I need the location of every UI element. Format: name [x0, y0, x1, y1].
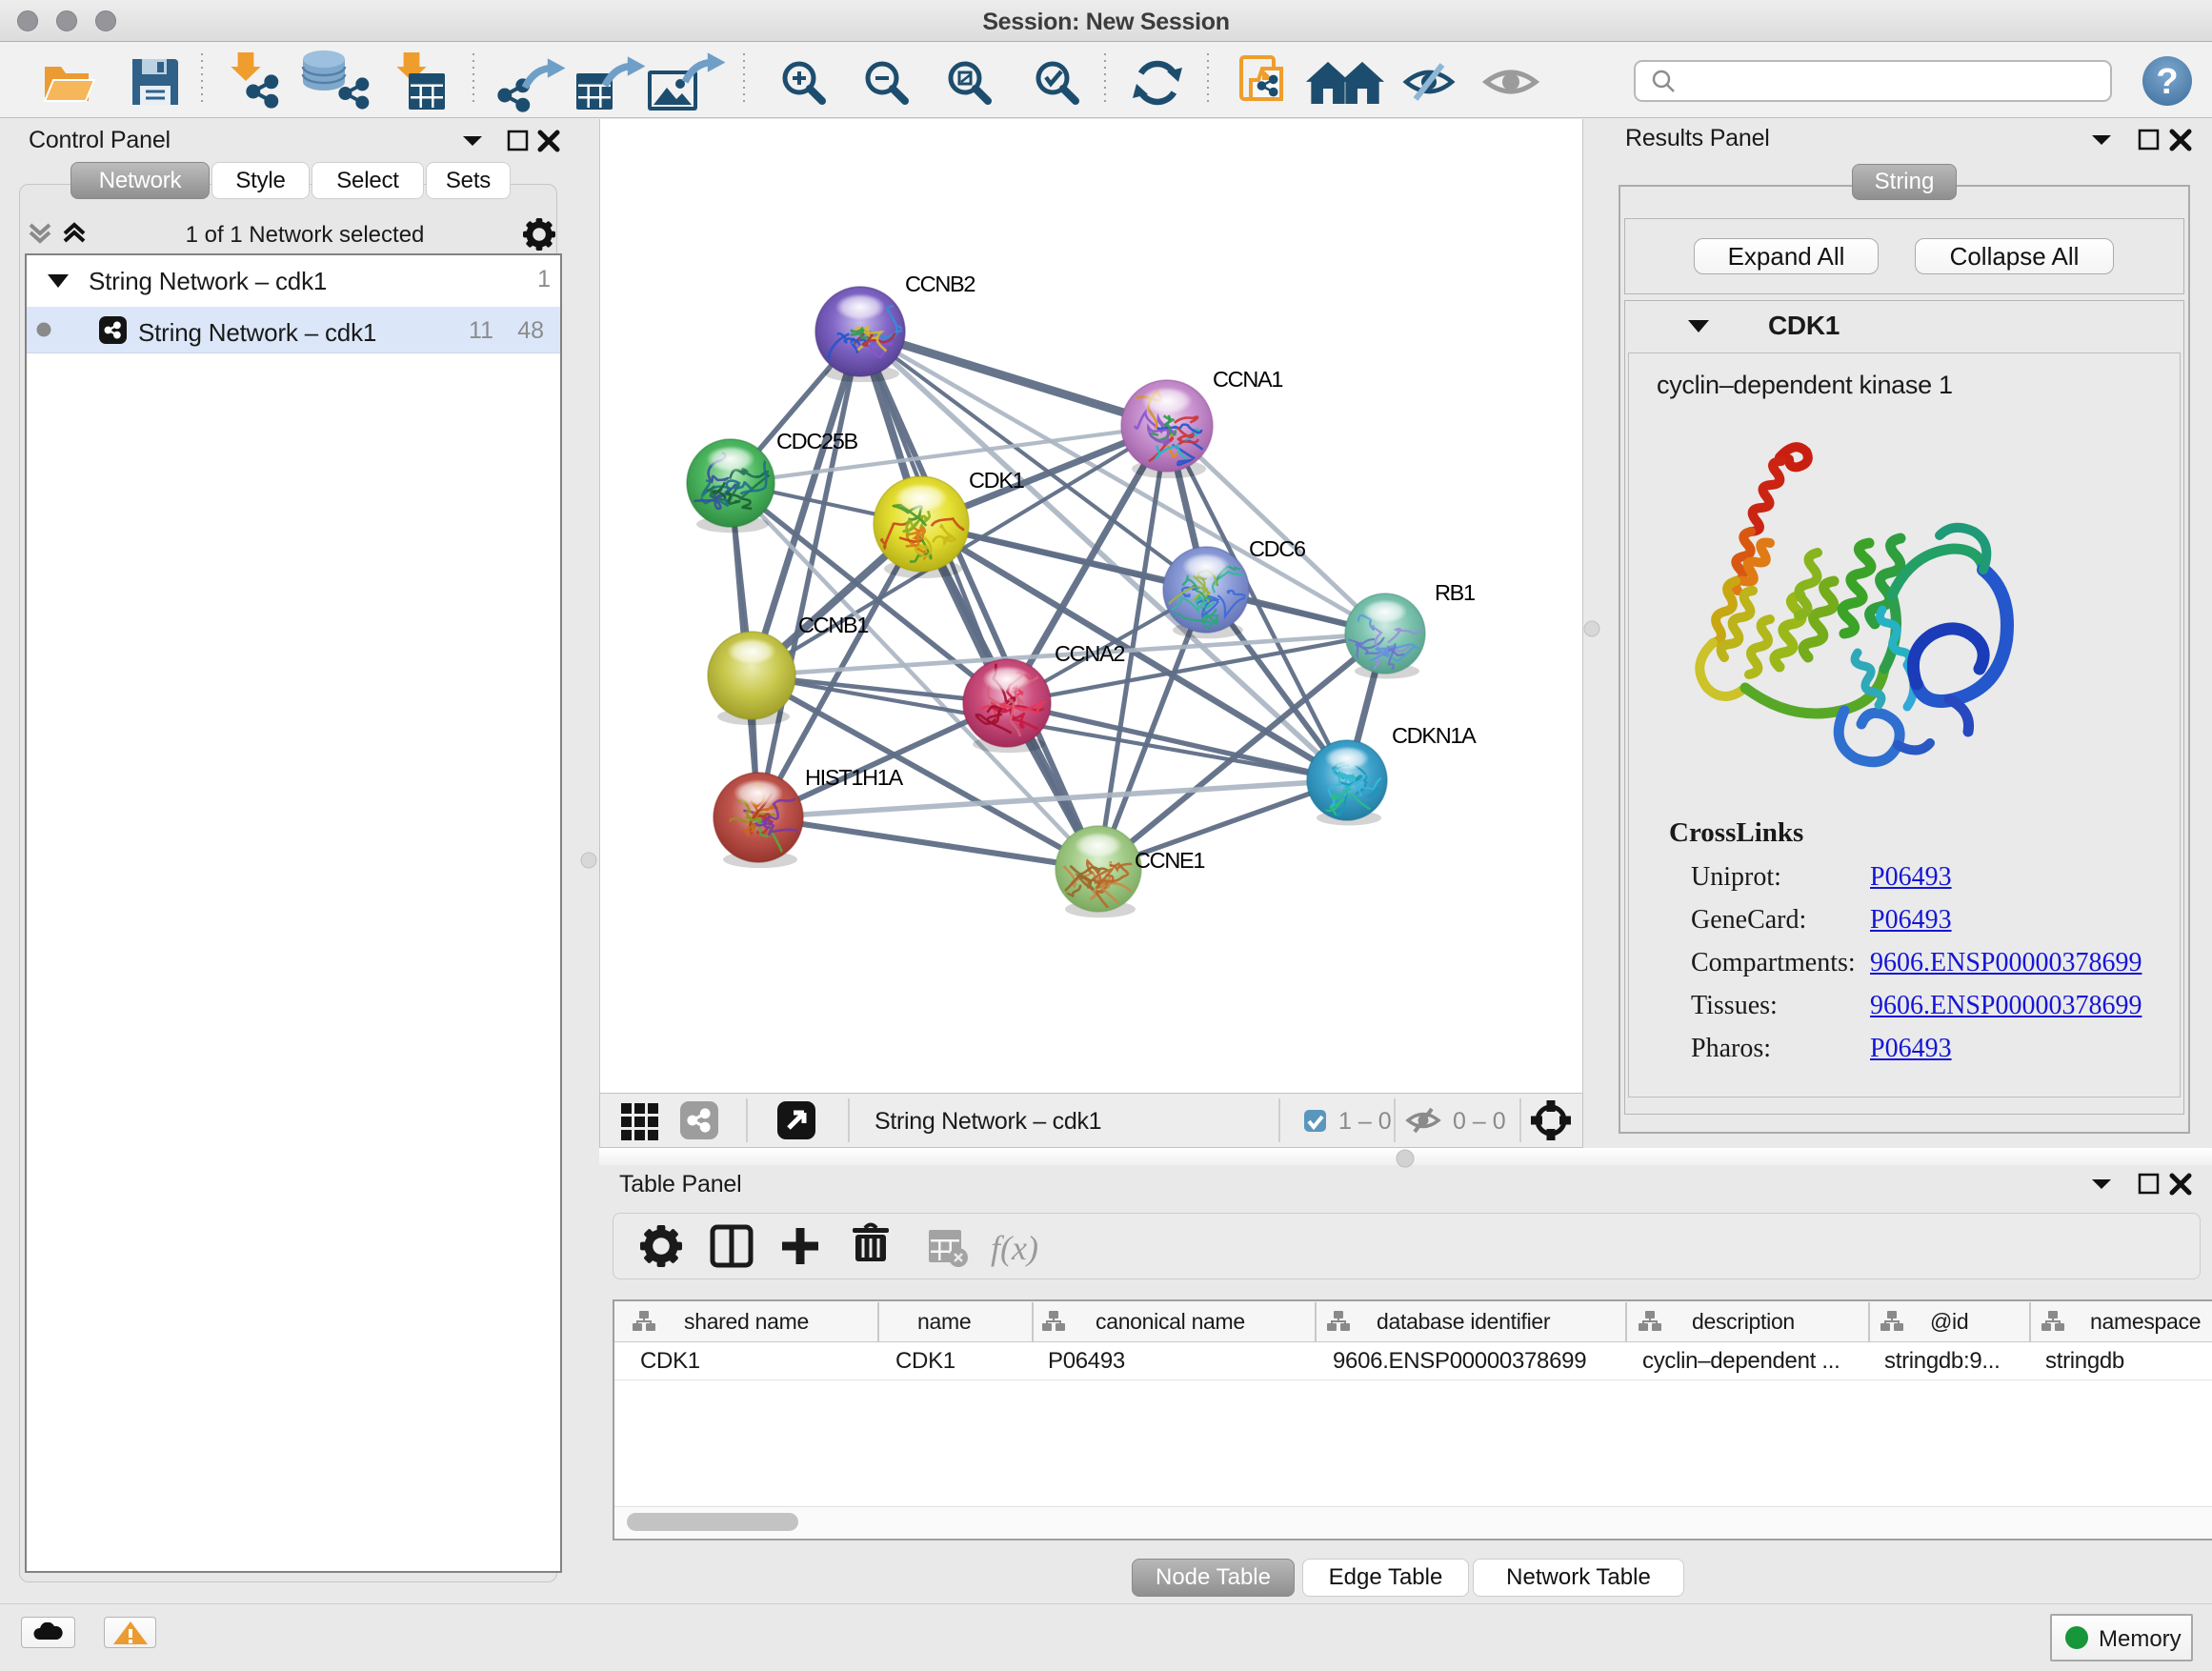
- svg-text:String Network – cdk1: String Network – cdk1: [875, 1108, 1101, 1135]
- svg-text:CDKN1A: CDKN1A: [1392, 723, 1477, 748]
- svg-text:f(x): f(x): [991, 1229, 1038, 1267]
- svg-text:CCNA2: CCNA2: [1055, 641, 1124, 666]
- svg-text:CCNA1: CCNA1: [1213, 367, 1282, 392]
- svg-text:0 – 0: 0 – 0: [1453, 1108, 1506, 1135]
- svg-text:RB1: RB1: [1435, 580, 1475, 605]
- svg-text:CCNE1: CCNE1: [1135, 848, 1204, 873]
- svg-text:?: ?: [2156, 62, 2178, 102]
- svg-text:HIST1H1A: HIST1H1A: [805, 765, 904, 790]
- svg-text:CCNB2: CCNB2: [905, 272, 975, 296]
- svg-text:CCNB1: CCNB1: [798, 613, 868, 637]
- svg-text:CDC25B: CDC25B: [776, 429, 858, 453]
- svg-text:CDC6: CDC6: [1249, 536, 1306, 561]
- svg-text:CDK1: CDK1: [969, 468, 1024, 493]
- svg-text:1 – 0: 1 – 0: [1338, 1108, 1392, 1135]
